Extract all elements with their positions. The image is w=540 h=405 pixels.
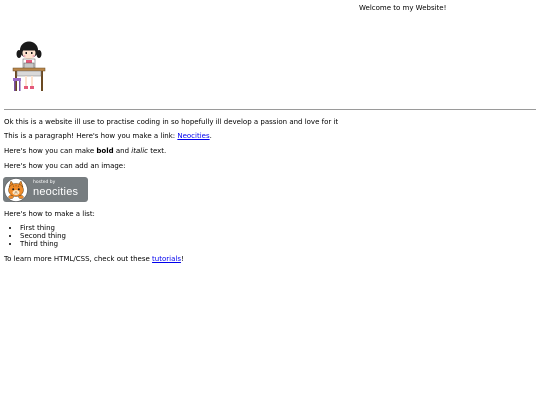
list-item: Second thing (20, 232, 66, 240)
paragraph-end: . (209, 132, 212, 140)
divider (4, 109, 536, 110)
image-intro-text: Here's how you can add an image: (4, 162, 126, 170)
tutorials-end: ! (180, 255, 184, 263)
girl-at-desk-image (12, 41, 46, 91)
list-item: Third thing (20, 240, 66, 248)
tutorials-link[interactable]: tutorials (152, 255, 181, 263)
formatting-end: text. (147, 147, 167, 155)
formatting-middle: and (113, 147, 132, 155)
formatting-text: Here's how you can make (4, 147, 97, 155)
paragraph-with-link: This is a paragraph! Here's how you make… (4, 132, 212, 141)
welcome-text: Welcome to my Website! (359, 4, 447, 12)
list-item: First thing (20, 224, 66, 232)
intro-text: Ok this is a website ill use to practise… (4, 118, 339, 126)
hosted-by-neocities-badge[interactable]: hosted by neocities (3, 177, 88, 202)
example-list: First thing Second thing Third thing (4, 224, 66, 248)
bold-text: bold (96, 147, 114, 155)
formatting-paragraph: Here's how you can make bold and italic … (4, 147, 166, 156)
neocities-link[interactable]: Neocities (177, 132, 209, 140)
list-intro-text: Here's how to make a list: (4, 210, 95, 218)
neocities-cat-icon (4, 177, 28, 202)
tutorials-paragraph: To learn more HTML/CSS, check out these … (4, 255, 184, 264)
tutorials-text: To learn more HTML/CSS, check out these (4, 255, 153, 263)
italic-text: italic (131, 147, 148, 155)
badge-neocities: neocities (33, 185, 79, 198)
paragraph-text: This is a paragraph! Here's how you make… (4, 132, 178, 140)
badge-text: hosted by neocities (33, 181, 78, 198)
